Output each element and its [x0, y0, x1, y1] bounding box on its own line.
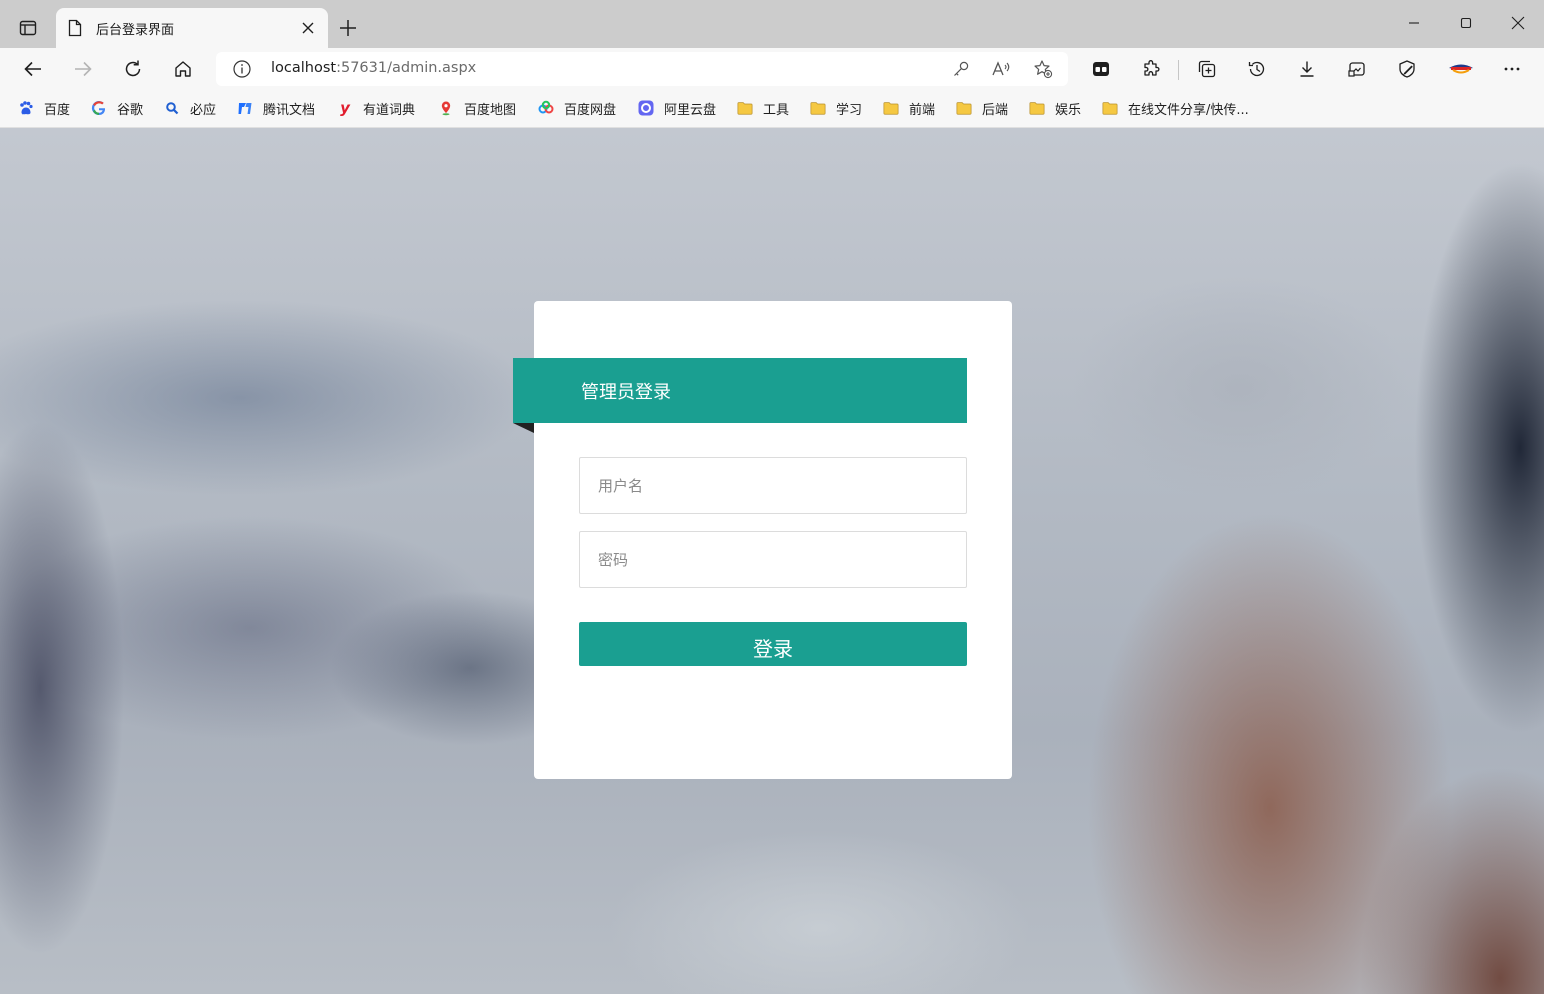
back-icon[interactable] [17, 54, 49, 84]
bookmark-folder-entertainment[interactable]: 娱乐 [1029, 96, 1081, 120]
bookmark-folder-file-share[interactable]: 在线文件分享/快传... [1102, 96, 1249, 120]
extensions-icon[interactable] [1135, 54, 1167, 84]
downloads-icon[interactable] [1291, 54, 1323, 84]
bookmark-label: 百度 [44, 102, 71, 118]
refresh-icon[interactable] [117, 54, 149, 84]
password-key-icon[interactable] [948, 57, 974, 81]
read-aloud-icon[interactable] [988, 57, 1014, 81]
toolbar-separator [1178, 60, 1179, 80]
bookmark-folder-tools[interactable]: 工具 [737, 96, 789, 120]
bookmark-folder-study[interactable]: 学习 [810, 96, 862, 120]
bookmark-label: 娱乐 [1055, 102, 1082, 118]
login-card: 管理员登录 登录 [513, 301, 1012, 779]
bookmark-folder-backend[interactable]: 后端 [956, 96, 1008, 120]
window-controls [1388, 0, 1544, 48]
close-window-icon[interactable] [1492, 0, 1544, 46]
google-icon [91, 100, 107, 116]
ribbon-fold [513, 423, 534, 433]
bookmark-bing[interactable]: 必应 [164, 96, 216, 120]
url-path: :57631/admin.aspx [336, 60, 477, 76]
new-tab-icon[interactable] [336, 16, 360, 40]
login-heading: 管理员登录 [581, 381, 671, 403]
baidu-icon [18, 100, 34, 116]
bookmark-folder-frontend[interactable]: 前端 [883, 96, 935, 120]
browser-toolbar: localhost:57631/admin.aspx [0, 48, 1544, 90]
baidu-netdisk-icon [538, 100, 554, 116]
bookmark-baidu-netdisk[interactable]: 百度网盘 [538, 96, 616, 120]
tab-actions-icon[interactable] [14, 14, 42, 42]
folder-icon [1029, 100, 1045, 116]
workspaces-icon[interactable] [1085, 54, 1117, 84]
password-input[interactable] [579, 531, 967, 588]
bookmark-label: 必应 [190, 102, 217, 118]
folder-icon [737, 100, 753, 116]
minimize-icon[interactable] [1388, 0, 1440, 46]
page-icon [68, 18, 84, 38]
folder-icon [883, 100, 899, 116]
bookmark-label: 有道词典 [363, 102, 416, 118]
bookmark-label: 谷歌 [117, 102, 144, 118]
aliyun-drive-icon [638, 100, 654, 116]
collections-icon[interactable] [1191, 54, 1223, 84]
login-button[interactable]: 登录 [579, 622, 967, 666]
add-favorite-icon[interactable] [1030, 57, 1056, 81]
baidu-map-icon [438, 100, 454, 116]
bookmark-label: 在线文件分享/快传... [1128, 102, 1249, 118]
bookmark-label: 百度网盘 [564, 102, 617, 118]
bookmark-label: 阿里云盘 [664, 102, 717, 118]
tencent-docs-icon [237, 100, 253, 116]
bookmark-label: 腾讯文档 [263, 102, 316, 118]
bookmark-baidu[interactable]: 百度 [18, 96, 70, 120]
bookmark-label: 后端 [982, 102, 1009, 118]
bookmark-aliyun-drive[interactable]: 阿里云盘 [638, 96, 716, 120]
tab-title: 后台登录界面 [96, 22, 175, 38]
bookmarks-bar: 百度 谷歌 必应 腾讯文档 y 有道词典 百度地图 百度网盘 阿里云盘 工具 学… [0, 90, 1544, 128]
history-icon[interactable] [1241, 54, 1273, 84]
tab-strip: 后台登录界面 [0, 0, 1544, 48]
username-input[interactable] [579, 457, 967, 514]
site-info-icon[interactable] [232, 59, 252, 79]
bookmark-label: 百度地图 [464, 102, 517, 118]
bookmark-google[interactable]: 谷歌 [91, 96, 143, 120]
bing-icon [164, 100, 180, 116]
active-tab[interactable]: 后台登录界面 [56, 8, 328, 48]
forward-icon[interactable] [67, 54, 99, 84]
bookmark-label: 前端 [909, 102, 936, 118]
bookmark-youdao[interactable]: y 有道词典 [337, 96, 415, 120]
close-tab-icon[interactable] [296, 16, 320, 40]
bookmark-label: 学习 [836, 102, 863, 118]
bookmark-label: 工具 [763, 102, 790, 118]
browser-essentials-icon[interactable] [1391, 54, 1423, 84]
url-text: localhost:57631/admin.aspx [271, 60, 476, 76]
home-icon[interactable] [167, 54, 199, 84]
folder-icon [1102, 100, 1118, 116]
folder-icon [956, 100, 972, 116]
url-host: localhost [271, 60, 337, 76]
page-viewport: 管理员登录 登录 [0, 128, 1544, 994]
screenshot-icon[interactable] [1341, 54, 1373, 84]
address-bar[interactable]: localhost:57631/admin.aspx [216, 52, 1068, 86]
more-menu-icon[interactable] [1496, 54, 1528, 84]
login-header-ribbon: 管理员登录 [513, 358, 967, 423]
maximize-icon[interactable] [1440, 0, 1492, 46]
profile-avatar[interactable] [1443, 54, 1479, 84]
folder-icon [810, 100, 826, 116]
youdao-icon: y [340, 99, 350, 117]
bookmark-baidu-map[interactable]: 百度地图 [438, 96, 516, 120]
bookmark-tencent-docs[interactable]: 腾讯文档 [237, 96, 315, 120]
